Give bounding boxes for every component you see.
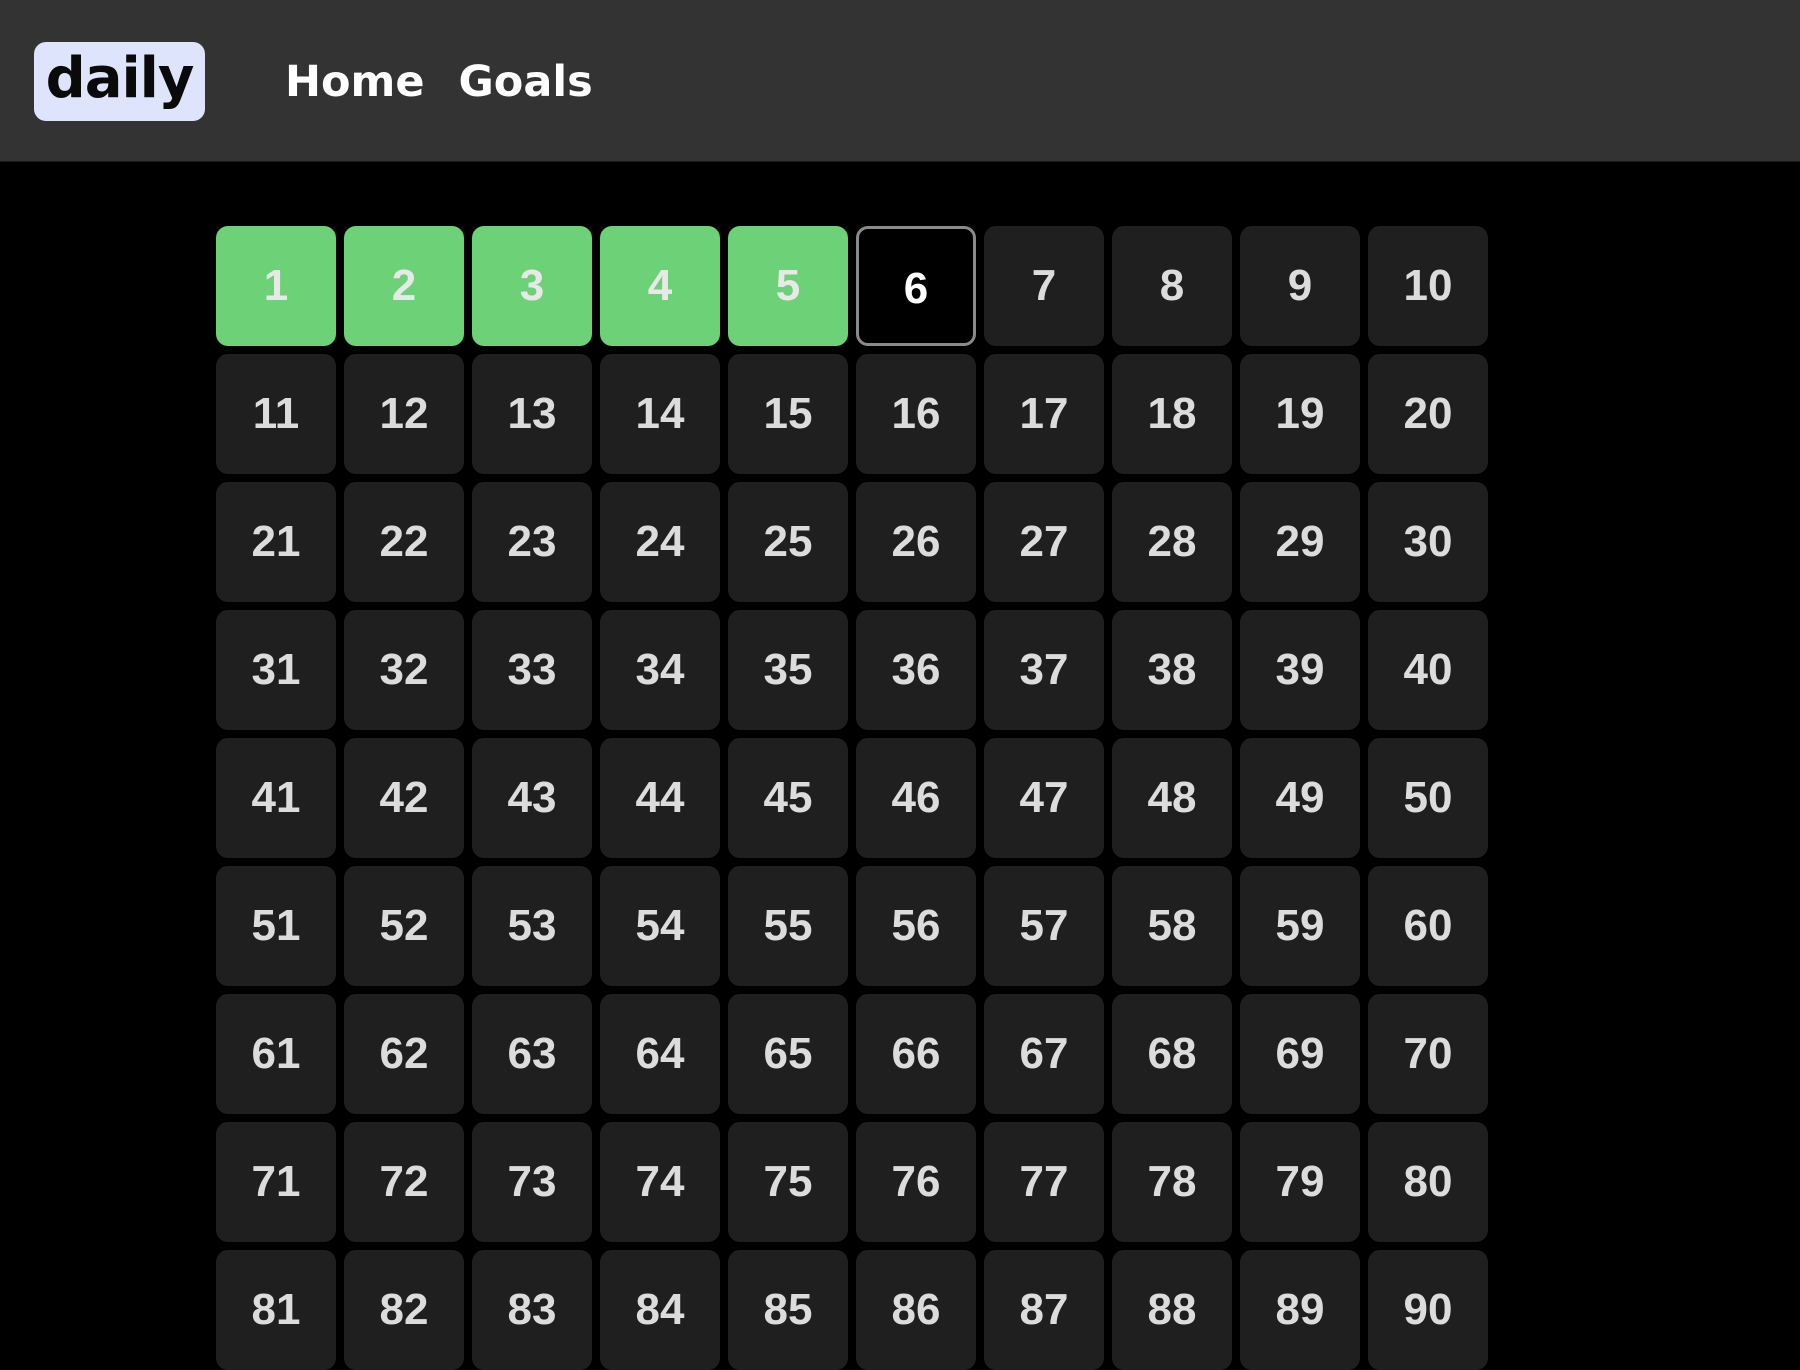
logo-text: daily (45, 46, 195, 111)
day-tile[interactable]: 79 (1240, 1122, 1360, 1242)
day-tile[interactable]: 77 (984, 1122, 1104, 1242)
day-tile[interactable]: 76 (856, 1122, 976, 1242)
day-tile[interactable]: 63 (472, 994, 592, 1114)
day-tile[interactable]: 37 (984, 610, 1104, 730)
day-tile[interactable]: 33 (472, 610, 592, 730)
day-tile[interactable]: 24 (600, 482, 720, 602)
day-tile[interactable]: 78 (1112, 1122, 1232, 1242)
day-tile[interactable]: 81 (216, 1250, 336, 1370)
day-tile[interactable]: 71 (216, 1122, 336, 1242)
day-tile[interactable]: 15 (728, 354, 848, 474)
day-tile[interactable]: 34 (600, 610, 720, 730)
day-tile[interactable]: 19 (1240, 354, 1360, 474)
day-tile[interactable]: 2 (344, 226, 464, 346)
day-tile[interactable]: 82 (344, 1250, 464, 1370)
nav-link-goals[interactable]: Goals (459, 54, 593, 110)
day-tile[interactable]: 7 (984, 226, 1104, 346)
day-tile[interactable]: 88 (1112, 1250, 1232, 1370)
day-tile[interactable]: 31 (216, 610, 336, 730)
day-tile[interactable]: 87 (984, 1250, 1104, 1370)
day-tile[interactable]: 1 (216, 226, 336, 346)
main-nav: Home Goals (285, 54, 593, 110)
day-tile[interactable]: 3 (472, 226, 592, 346)
day-tile[interactable]: 40 (1368, 610, 1488, 730)
day-tile[interactable]: 23 (472, 482, 592, 602)
day-tile[interactable]: 57 (984, 866, 1104, 986)
day-tile[interactable]: 29 (1240, 482, 1360, 602)
day-tile[interactable]: 75 (728, 1122, 848, 1242)
day-tile[interactable]: 48 (1112, 738, 1232, 858)
day-tile[interactable]: 55 (728, 866, 848, 986)
day-tile[interactable]: 67 (984, 994, 1104, 1114)
day-tile[interactable]: 17 (984, 354, 1104, 474)
day-tile[interactable]: 61 (216, 994, 336, 1114)
day-tile[interactable]: 66 (856, 994, 976, 1114)
day-tile[interactable]: 22 (344, 482, 464, 602)
day-tile[interactable]: 6 (856, 226, 976, 346)
day-tile[interactable]: 50 (1368, 738, 1488, 858)
day-tile[interactable]: 89 (1240, 1250, 1360, 1370)
nav-link-home[interactable]: Home (285, 54, 425, 110)
day-tile[interactable]: 41 (216, 738, 336, 858)
day-tile[interactable]: 58 (1112, 866, 1232, 986)
day-tile[interactable]: 36 (856, 610, 976, 730)
day-tile[interactable]: 30 (1368, 482, 1488, 602)
day-tile[interactable]: 54 (600, 866, 720, 986)
day-tile[interactable]: 53 (472, 866, 592, 986)
day-tile[interactable]: 45 (728, 738, 848, 858)
day-grid: 1 2 3 4 5 6 7 8 9 10 11 12 13 14 15 16 17 18 19 20 21 22 23 24 2… (216, 226, 1488, 1370)
day-tile[interactable]: 68 (1112, 994, 1232, 1114)
day-tile[interactable]: 49 (1240, 738, 1360, 858)
day-tile[interactable]: 64 (600, 994, 720, 1114)
day-tile[interactable]: 32 (344, 610, 464, 730)
day-tile[interactable]: 59 (1240, 866, 1360, 986)
day-tile[interactable]: 65 (728, 994, 848, 1114)
day-tile[interactable]: 39 (1240, 610, 1360, 730)
day-tile[interactable]: 56 (856, 866, 976, 986)
day-tile[interactable]: 20 (1368, 354, 1488, 474)
day-tile[interactable]: 70 (1368, 994, 1488, 1114)
day-tile[interactable]: 51 (216, 866, 336, 986)
day-tile[interactable]: 86 (856, 1250, 976, 1370)
day-tile[interactable]: 14 (600, 354, 720, 474)
day-tile[interactable]: 62 (344, 994, 464, 1114)
day-tile[interactable]: 21 (216, 482, 336, 602)
day-tile[interactable]: 25 (728, 482, 848, 602)
day-tile[interactable]: 42 (344, 738, 464, 858)
day-tile[interactable]: 28 (1112, 482, 1232, 602)
day-tile[interactable]: 83 (472, 1250, 592, 1370)
day-tile[interactable]: 10 (1368, 226, 1488, 346)
day-tile[interactable]: 5 (728, 226, 848, 346)
day-tile[interactable]: 44 (600, 738, 720, 858)
day-tile[interactable]: 38 (1112, 610, 1232, 730)
day-tile[interactable]: 47 (984, 738, 1104, 858)
day-tile[interactable]: 12 (344, 354, 464, 474)
day-tile[interactable]: 4 (600, 226, 720, 346)
day-tile[interactable]: 90 (1368, 1250, 1488, 1370)
day-tile[interactable]: 46 (856, 738, 976, 858)
top-navigation-bar: daily Home Goals (0, 0, 1800, 162)
day-tile[interactable]: 80 (1368, 1122, 1488, 1242)
day-tile[interactable]: 60 (1368, 866, 1488, 986)
day-tile[interactable]: 74 (600, 1122, 720, 1242)
day-tile[interactable]: 16 (856, 354, 976, 474)
day-tile[interactable]: 8 (1112, 226, 1232, 346)
day-tile[interactable]: 84 (600, 1250, 720, 1370)
day-tile[interactable]: 9 (1240, 226, 1360, 346)
day-tile[interactable]: 43 (472, 738, 592, 858)
day-tile[interactable]: 18 (1112, 354, 1232, 474)
day-tile[interactable]: 69 (1240, 994, 1360, 1114)
day-tile[interactable]: 13 (472, 354, 592, 474)
day-tile[interactable]: 35 (728, 610, 848, 730)
day-tile[interactable]: 73 (472, 1122, 592, 1242)
day-tile[interactable]: 11 (216, 354, 336, 474)
logo[interactable]: daily (34, 42, 205, 121)
day-tile[interactable]: 85 (728, 1250, 848, 1370)
day-tile[interactable]: 26 (856, 482, 976, 602)
day-tile[interactable]: 72 (344, 1122, 464, 1242)
day-tile[interactable]: 52 (344, 866, 464, 986)
day-tile[interactable]: 27 (984, 482, 1104, 602)
